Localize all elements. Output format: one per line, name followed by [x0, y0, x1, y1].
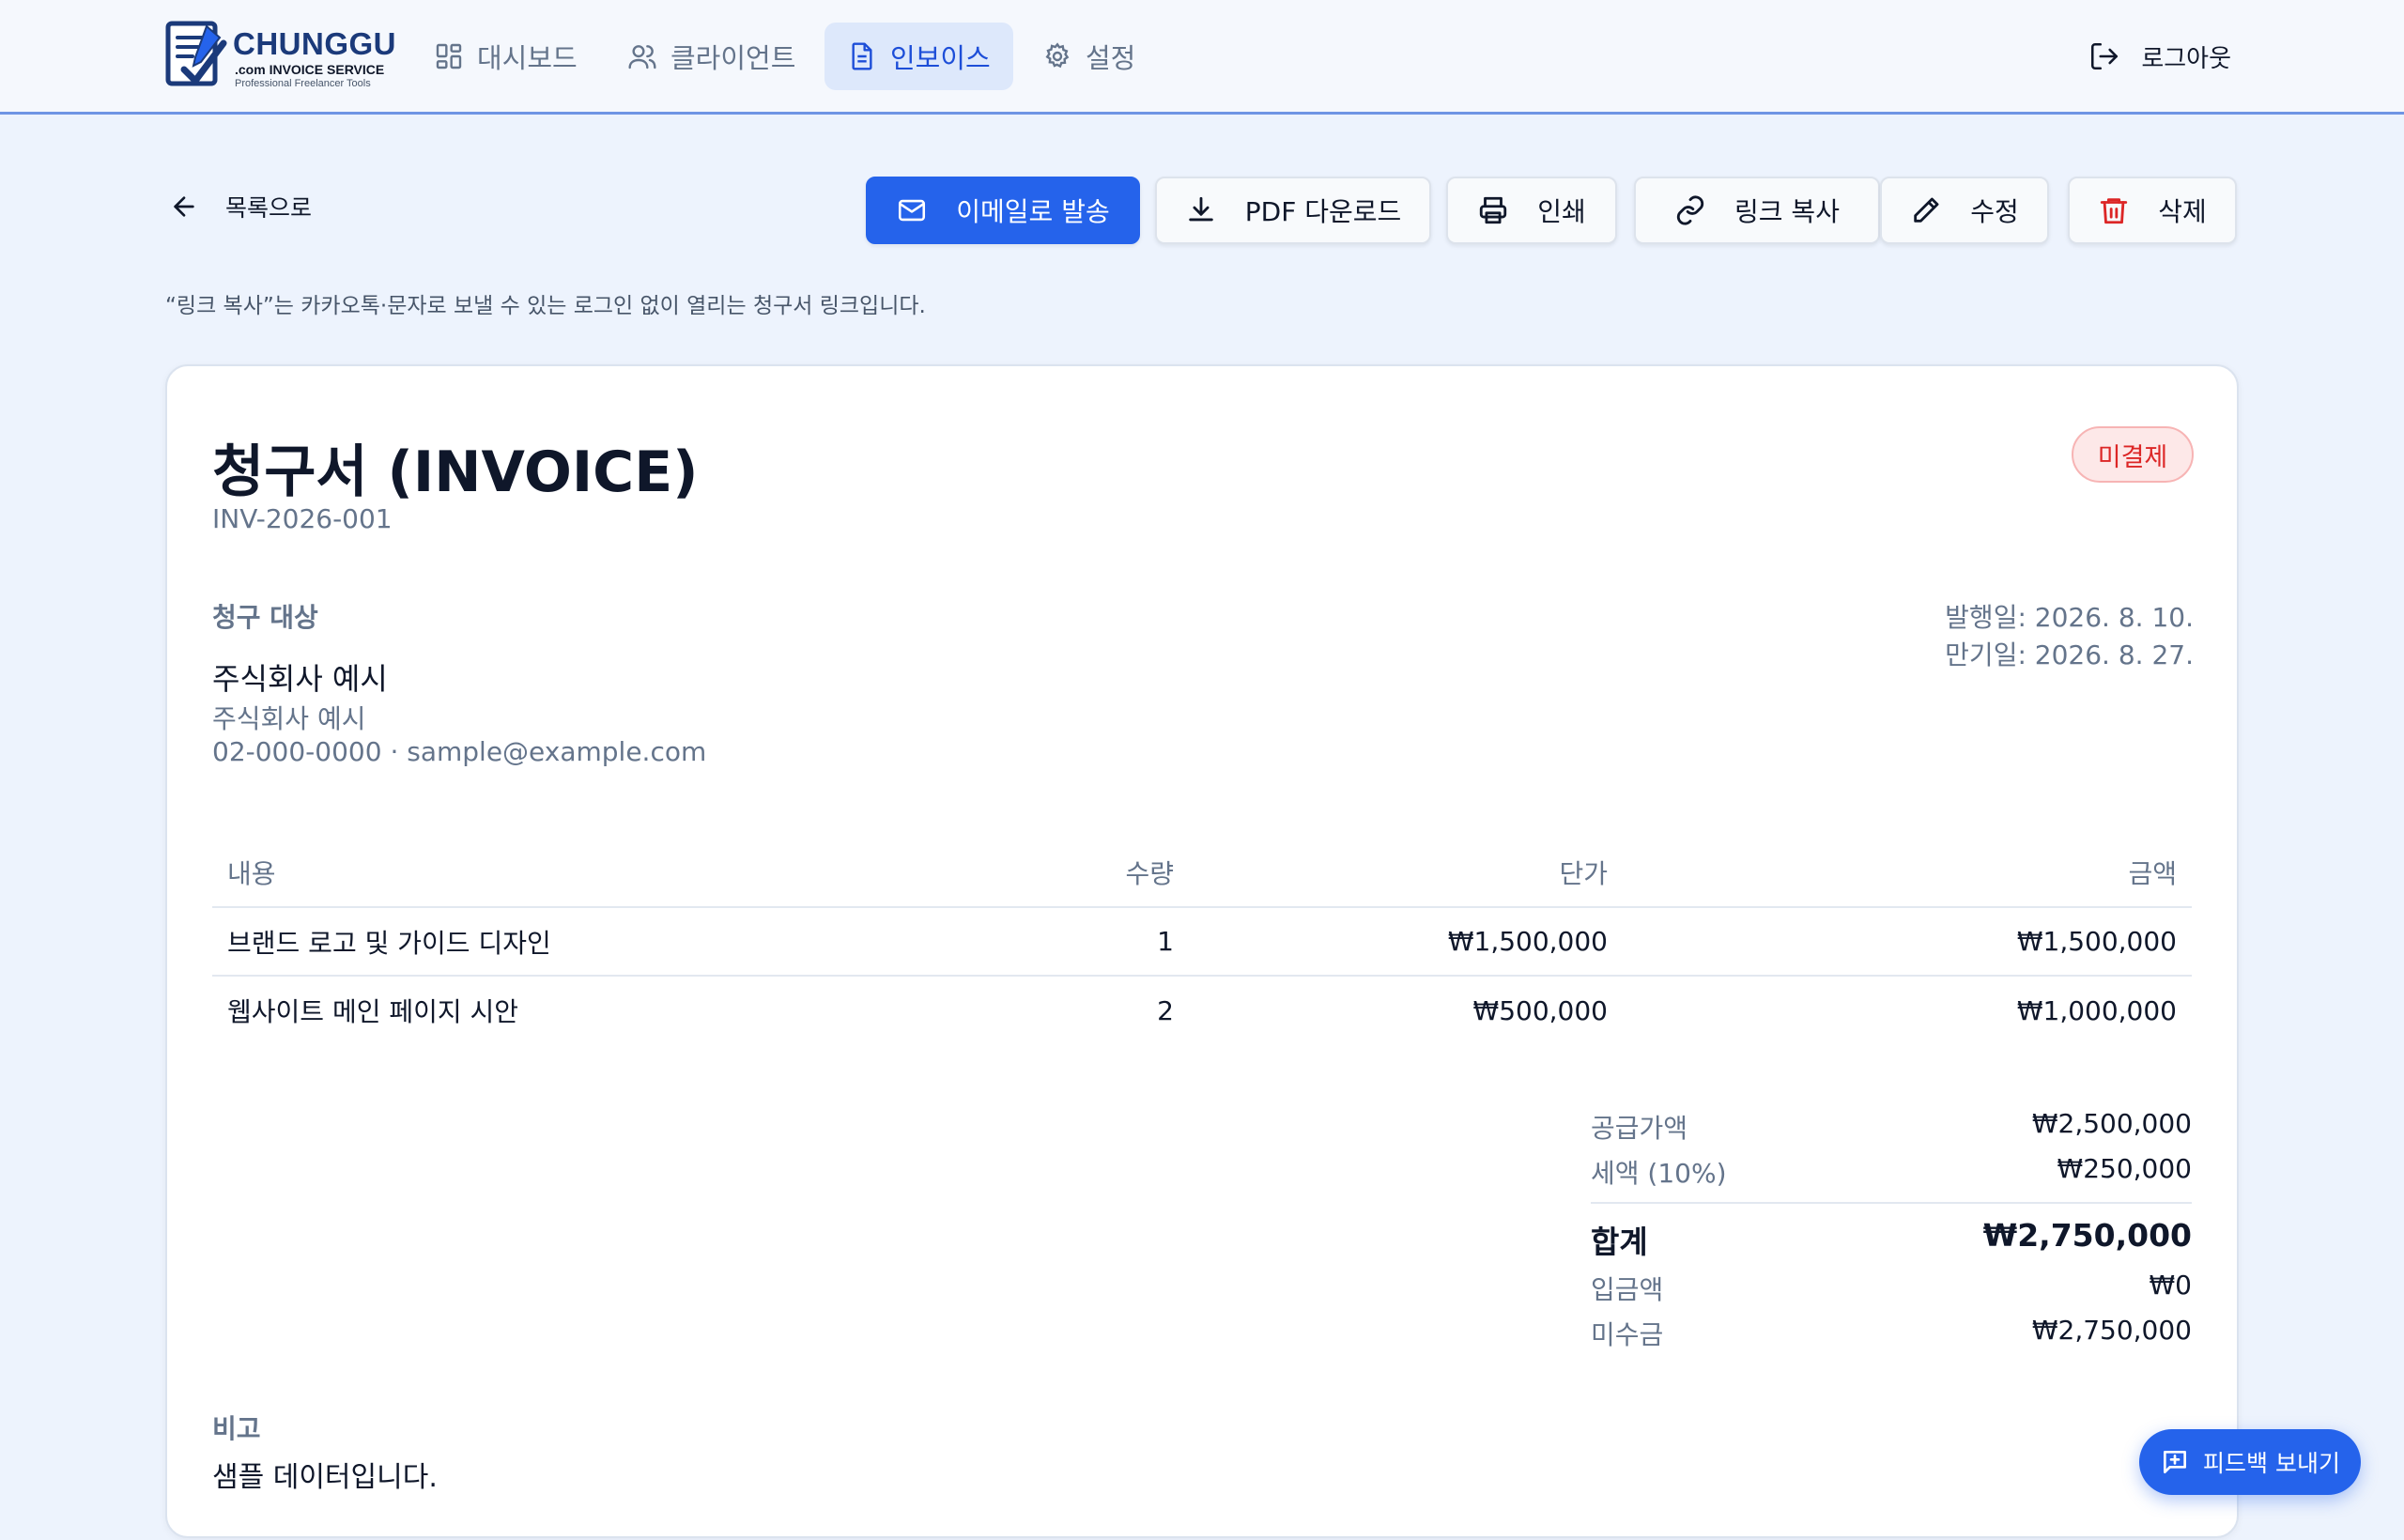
- column-header-description: 내용: [212, 838, 1020, 908]
- link-icon: [1676, 195, 1704, 225]
- send-email-label: 이메일로 발송: [956, 196, 1110, 227]
- users-icon: [628, 45, 656, 69]
- gear-icon: [1045, 42, 1070, 69]
- arrow-left-icon: [174, 196, 194, 217]
- nav-clients-label: 클라이언트: [670, 42, 796, 74]
- column-header-amount: 금액: [1623, 838, 2192, 908]
- paid-label: 입금액: [1591, 1274, 1664, 1305]
- due-date: 만기일: 2026. 8. 27.: [1945, 639, 2194, 670]
- column-header-unit-price: 단가: [1189, 838, 1623, 908]
- message-plus-icon: [2164, 1451, 2187, 1473]
- dashboard-icon: [436, 43, 462, 69]
- issue-date: 발행일: 2026. 8. 10.: [1945, 602, 2194, 633]
- back-label: 목록으로: [225, 194, 313, 222]
- item-unit-price: ₩1,500,000: [1189, 907, 1623, 977]
- table-row: 브랜드 로고 및 가이드 디자인 1 ₩1,500,000 ₩1,500,000: [212, 907, 2192, 977]
- invoice-title: 청구서 (INVOICE): [212, 439, 699, 505]
- totals-divider: [1591, 1202, 2192, 1204]
- subtotal-value: ₩2,500,000: [2031, 1108, 2192, 1139]
- print-button[interactable]: 인쇄: [1446, 177, 1617, 244]
- feedback-label: 피드백 보내기: [2203, 1450, 2340, 1477]
- client-contact: 02-000-0000 · sample@example.com: [212, 736, 707, 767]
- logout-button[interactable]: 로그아웃: [2088, 38, 2231, 75]
- item-description: 웹사이트 메인 페이지 시안: [227, 996, 519, 1027]
- nav-invoices[interactable]: 인보이스: [824, 23, 1013, 90]
- document-icon: [852, 42, 872, 70]
- delete-button[interactable]: 삭제: [2068, 177, 2237, 244]
- column-header-qty: 수량: [1020, 838, 1189, 908]
- item-unit-price: ₩500,000: [1472, 994, 1608, 1026]
- line-items-table: 내용 수량 단가 금액 브랜드 로고 및 가이드 디자인 1 ₩1,500,00…: [212, 838, 2192, 1044]
- tax-value: ₩250,000: [2057, 1153, 2192, 1184]
- bill-to-heading: 청구 대상: [212, 602, 318, 633]
- pdf-download-label: PDF 다운로드: [1244, 196, 1402, 227]
- nav-dashboard-label: 대시보드: [477, 42, 578, 74]
- invoice-card: 청구서 (INVOICE) INV-2026-001 미결제 청구 대상 주식회…: [165, 364, 2239, 1538]
- paid-value: ₩0: [2149, 1270, 2193, 1301]
- total-label: 합계: [1591, 1224, 1648, 1260]
- item-qty: 1: [1020, 907, 1189, 977]
- nav-clients[interactable]: 클라이언트: [605, 23, 818, 90]
- tax-label: 세액 (10%): [1591, 1158, 1727, 1189]
- delete-label: 삭제: [2158, 196, 2207, 227]
- printer-icon: [1480, 196, 1507, 224]
- nav-settings[interactable]: 설정: [1020, 23, 1158, 90]
- print-label: 인쇄: [1537, 196, 1586, 227]
- status-badge: 미결제: [2072, 426, 2194, 483]
- nav-dashboard[interactable]: 대시보드: [411, 23, 600, 90]
- copy-link-label: 링크 복사: [1734, 196, 1840, 227]
- feedback-button[interactable]: 피드백 보내기: [2139, 1429, 2361, 1495]
- brand-title: CHUNGGU: [233, 26, 396, 61]
- pdf-download-button[interactable]: PDF 다운로드: [1155, 177, 1431, 244]
- download-icon: [1189, 196, 1213, 222]
- send-email-button[interactable]: 이메일로 발송: [866, 177, 1140, 244]
- edit-label: 수정: [1970, 196, 2019, 227]
- notes-heading: 비고: [212, 1413, 261, 1444]
- nav-settings-label: 설정: [1086, 42, 1136, 74]
- nav-invoices-label: 인보이스: [890, 42, 991, 74]
- tax-row: 세액 (10%) ₩250,000: [1591, 1147, 2192, 1193]
- brand-tagline: Professional Freelancer Tools: [235, 78, 371, 89]
- paid-row: 입금액 ₩0: [1591, 1264, 2192, 1309]
- client-name: 주식회사 예시: [212, 661, 388, 697]
- invoice-dates: 발행일: 2026. 8. 10. 만기일: 2026. 8. 27.: [1945, 599, 2194, 674]
- client-company: 주식회사 예시: [212, 703, 366, 734]
- table-row: 웹사이트 메인 페이지 시안 2 ₩500,000 ₩1,000,000: [212, 976, 2192, 1044]
- mail-icon: [899, 199, 926, 222]
- balance-row: 미수금 ₩2,750,000: [1591, 1309, 2192, 1354]
- totals-summary: 공급가액 ₩2,500,000 세액 (10%) ₩250,000 합계 ₩2,…: [1591, 1102, 2192, 1354]
- balance-label: 미수금: [1591, 1319, 1664, 1350]
- logout-icon: [2091, 42, 2119, 70]
- total-value: ₩2,750,000: [1982, 1217, 2192, 1254]
- table-header-row: 내용 수량 단가 금액: [212, 838, 2192, 908]
- copy-link-button[interactable]: 링크 복사: [1634, 177, 1880, 244]
- top-nav: CHUNGGU .com INVOICE SERVICE Professiona…: [0, 0, 2404, 115]
- item-amount: ₩1,500,000: [1623, 907, 2192, 977]
- trash-icon: [2101, 198, 2128, 224]
- subtotal-row: 공급가액 ₩2,500,000: [1591, 1102, 2192, 1147]
- item-description: 브랜드 로고 및 가이드 디자인: [212, 907, 1020, 977]
- edit-button[interactable]: 수정: [1880, 177, 2049, 244]
- balance-value: ₩2,750,000: [2031, 1315, 2192, 1346]
- brand-subtitle: .com INVOICE SERVICE: [235, 62, 385, 77]
- notes-text: 샘플 데이터입니다.: [212, 1461, 438, 1494]
- back-to-list-button[interactable]: 목록으로: [169, 188, 312, 225]
- logout-label: 로그아웃: [2141, 44, 2231, 73]
- pencil-icon: [1914, 197, 1939, 223]
- subtotal-label: 공급가액: [1591, 1113, 1688, 1144]
- brand-logo[interactable]: CHUNGGU .com INVOICE SERVICE Professiona…: [165, 21, 396, 90]
- total-row: 합계 ₩2,750,000: [1591, 1217, 2192, 1264]
- invoice-number: INV-2026-001: [212, 503, 393, 534]
- item-qty: 2: [1157, 994, 1174, 1026]
- item-amount: ₩1,000,000: [2016, 994, 2177, 1026]
- copy-link-hint: “링크 복사”는 카카오톡·문자로 보낼 수 있는 로그인 없이 열리는 청구서…: [165, 294, 926, 318]
- logo-document-check-icon: [165, 21, 227, 86]
